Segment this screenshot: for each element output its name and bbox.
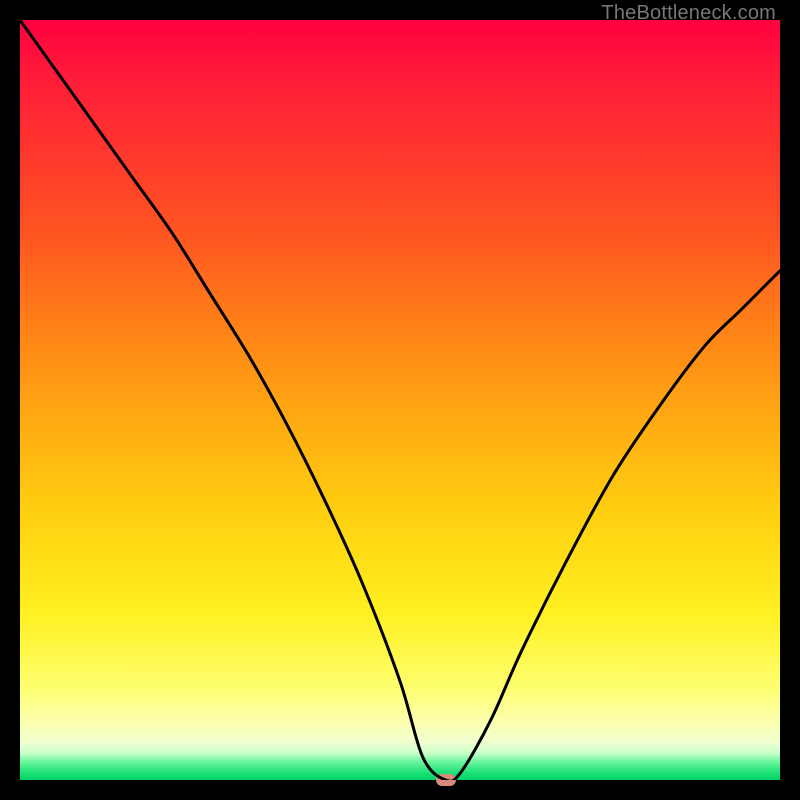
curve-path xyxy=(20,20,780,780)
bottleneck-curve xyxy=(20,20,780,780)
plot-area xyxy=(20,20,780,780)
watermark-text: TheBottleneck.com xyxy=(601,2,776,25)
chart-frame: TheBottleneck.com xyxy=(0,0,800,800)
